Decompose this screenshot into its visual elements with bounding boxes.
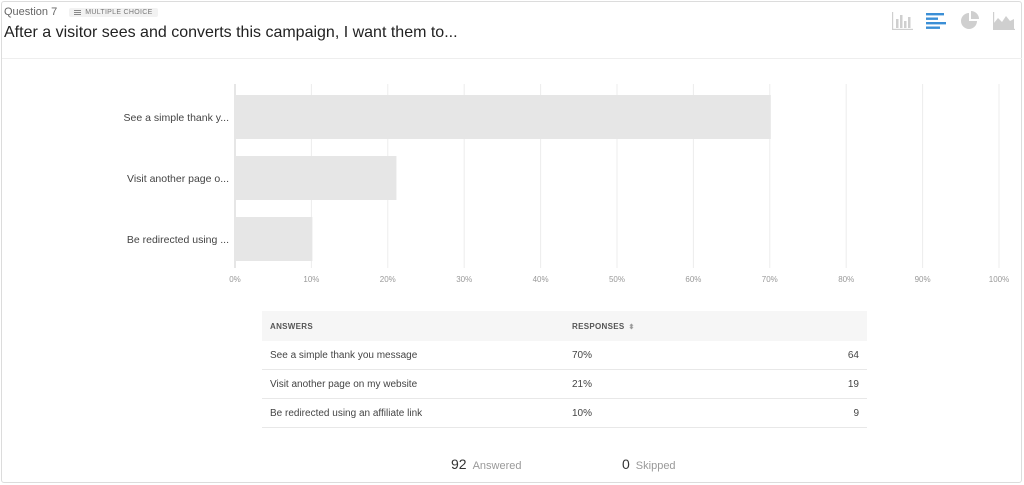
- response-count: 64: [847, 349, 859, 361]
- response-count: 19: [847, 378, 859, 390]
- table-row: Visit another page on my website 21% 19: [262, 370, 867, 399]
- answer-text: See a simple thank you message: [270, 349, 418, 361]
- list-icon: [74, 9, 82, 16]
- chart-type-switcher: [890, 10, 1016, 32]
- bar-chart: 0% 10% 20% 30% 40% 50% 60% 70% 80% 90% 100% See a s…: [124, 84, 1009, 284]
- x-tick-label: 50%: [609, 275, 625, 284]
- answered-label: Answered: [472, 460, 522, 472]
- skipped-count: 0: [622, 456, 630, 472]
- answer-text: Be redirected using an affiliate link: [270, 407, 423, 419]
- x-tick-label: 40%: [533, 275, 549, 284]
- question-header: Question 7 MULTIPLE CHOICE: [4, 4, 158, 20]
- skipped-stat: 0 Skipped: [622, 456, 676, 472]
- vertical-bar-chart-button[interactable]: [890, 10, 914, 32]
- response-count: 9: [853, 407, 859, 419]
- question-type-label: MULTIPLE CHOICE: [85, 8, 153, 16]
- horizontal-bar-chart-icon: [926, 13, 946, 29]
- x-tick-label: 30%: [456, 275, 472, 284]
- answers-table: ANSWERS RESPONSES ⬍ See a simple thank yo…: [262, 311, 867, 428]
- answers-column-header: ANSWERS: [270, 321, 313, 331]
- x-tick-label: 60%: [685, 275, 701, 284]
- x-tick-label: 80%: [838, 275, 854, 284]
- header-divider: [2, 58, 1022, 59]
- x-tick-label: 10%: [303, 275, 319, 284]
- response-percent: 70%: [572, 349, 593, 361]
- question-title: After a visitor sees and converts this c…: [4, 24, 458, 41]
- responses-column-header[interactable]: RESPONSES ⬍: [562, 322, 782, 331]
- sort-icon[interactable]: ⬍: [629, 324, 635, 331]
- x-tick-label: 20%: [380, 275, 396, 284]
- bar: [236, 156, 397, 200]
- category-label: Be redirected using ...: [127, 234, 229, 246]
- pie-chart-button[interactable]: [958, 10, 982, 32]
- response-percent: 21%: [572, 378, 593, 390]
- answer-text: Visit another page on my website: [270, 378, 418, 390]
- bar: [236, 95, 771, 139]
- skipped-label: Skipped: [635, 460, 676, 472]
- area-chart-icon: [993, 12, 1015, 30]
- pie-chart-icon: [961, 11, 979, 29]
- horizontal-bar-chart-button[interactable]: [924, 10, 948, 32]
- x-tick-label: 90%: [915, 275, 931, 284]
- bar: [236, 217, 313, 261]
- category-label: See a simple thank y...: [124, 112, 229, 124]
- responses-header-label: RESPONSES: [572, 321, 625, 331]
- table-row: Be redirected using an affiliate link 10…: [262, 399, 867, 428]
- question-number: Question 7: [4, 6, 58, 18]
- table-header: ANSWERS RESPONSES ⬍: [262, 311, 867, 341]
- x-tick-label: 100%: [989, 275, 1009, 284]
- table-row: See a simple thank you message 70% 64: [262, 341, 867, 370]
- answered-stat: 92 Answered: [451, 456, 522, 472]
- question-type-badge: MULTIPLE CHOICE: [69, 7, 158, 17]
- x-tick-label: 0%: [229, 275, 241, 284]
- response-percent: 10%: [572, 407, 593, 419]
- area-chart-button[interactable]: [992, 10, 1016, 32]
- vertical-bar-chart-icon: [892, 12, 913, 30]
- category-label: Visit another page o...: [127, 173, 229, 185]
- x-tick-label: 70%: [762, 275, 778, 284]
- answered-count: 92: [451, 456, 467, 472]
